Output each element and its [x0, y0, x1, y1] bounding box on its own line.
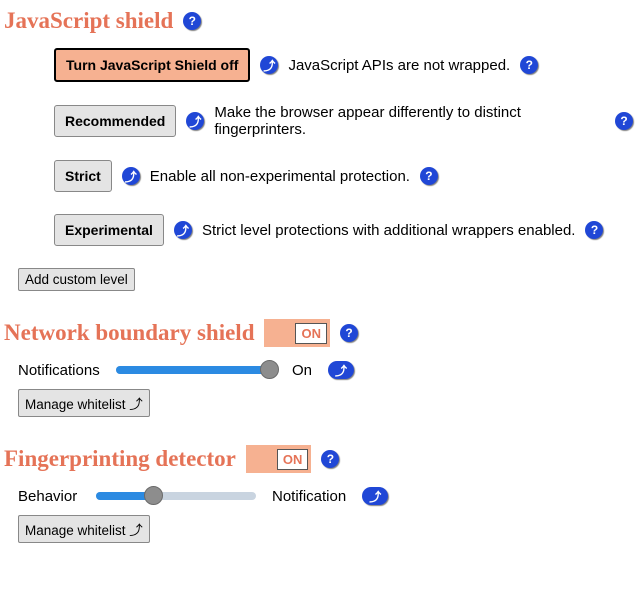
link-arrow-icon[interactable]: ⤴: [260, 56, 278, 74]
section-title-text: JavaScript shield: [4, 8, 173, 34]
fingerprint-toggle[interactable]: ON: [246, 445, 312, 473]
level-strict-button[interactable]: Strict: [54, 160, 112, 192]
section-title-network-shield: Network boundary shield ON ?: [4, 319, 633, 347]
level-desc: Enable all non-experimental protection.: [150, 168, 410, 185]
manage-whitelist-button[interactable]: Manage whitelist ⤴: [18, 389, 150, 417]
toggle-label: ON: [295, 323, 327, 344]
help-icon[interactable]: ?: [520, 56, 538, 74]
level-experimental-button[interactable]: Experimental: [54, 214, 164, 246]
add-custom-level-button[interactable]: Add custom level: [18, 268, 135, 291]
level-recommended-button[interactable]: Recommended: [54, 105, 176, 137]
link-arrow-icon[interactable]: ⤴: [328, 361, 354, 379]
help-icon[interactable]: ?: [321, 450, 339, 468]
notifications-value: On: [292, 362, 312, 379]
level-row: Strict ⤴ Enable all non-experimental pro…: [54, 160, 633, 192]
link-arrow-icon[interactable]: ⤴: [122, 167, 140, 185]
network-toggle[interactable]: ON: [264, 319, 330, 347]
link-arrow-icon[interactable]: ⤴: [362, 487, 388, 505]
behavior-value: Notification: [272, 488, 346, 505]
section-title-text: Network boundary shield: [4, 320, 254, 346]
level-row: Recommended ⤴ Make the browser appear di…: [54, 104, 633, 138]
notifications-control: Notifications On ⤴: [18, 361, 633, 379]
section-title-js-shield: JavaScript shield ?: [4, 8, 633, 34]
manage-whitelist-button[interactable]: Manage whitelist ⤴: [18, 515, 150, 543]
section-title-fingerprint: Fingerprinting detector ON ?: [4, 445, 633, 473]
level-row: Experimental ⤴ Strict level protections …: [54, 214, 633, 246]
behavior-label: Behavior: [18, 488, 80, 505]
section-title-text: Fingerprinting detector: [4, 446, 236, 472]
help-icon[interactable]: ?: [340, 324, 358, 342]
level-row: Turn JavaScript Shield off ⤴ JavaScript …: [54, 48, 633, 82]
level-desc: JavaScript APIs are not wrapped.: [288, 57, 510, 74]
level-off-button[interactable]: Turn JavaScript Shield off: [54, 48, 250, 82]
notifications-label: Notifications: [18, 362, 100, 379]
help-icon[interactable]: ?: [183, 12, 201, 30]
toggle-label: ON: [277, 449, 309, 470]
help-icon[interactable]: ?: [420, 167, 438, 185]
link-arrow-icon[interactable]: ⤴: [174, 221, 192, 239]
help-icon[interactable]: ?: [585, 221, 603, 239]
link-arrow-icon[interactable]: ⤴: [186, 112, 204, 130]
notifications-slider[interactable]: [116, 361, 276, 379]
behavior-slider[interactable]: [96, 487, 256, 505]
behavior-control: Behavior Notification ⤴: [18, 487, 633, 505]
help-icon[interactable]: ?: [615, 112, 633, 130]
level-desc: Make the browser appear differently to d…: [214, 104, 605, 138]
js-shield-levels: Turn JavaScript Shield off ⤴ JavaScript …: [54, 48, 633, 246]
level-desc: Strict level protections with additional…: [202, 222, 576, 239]
